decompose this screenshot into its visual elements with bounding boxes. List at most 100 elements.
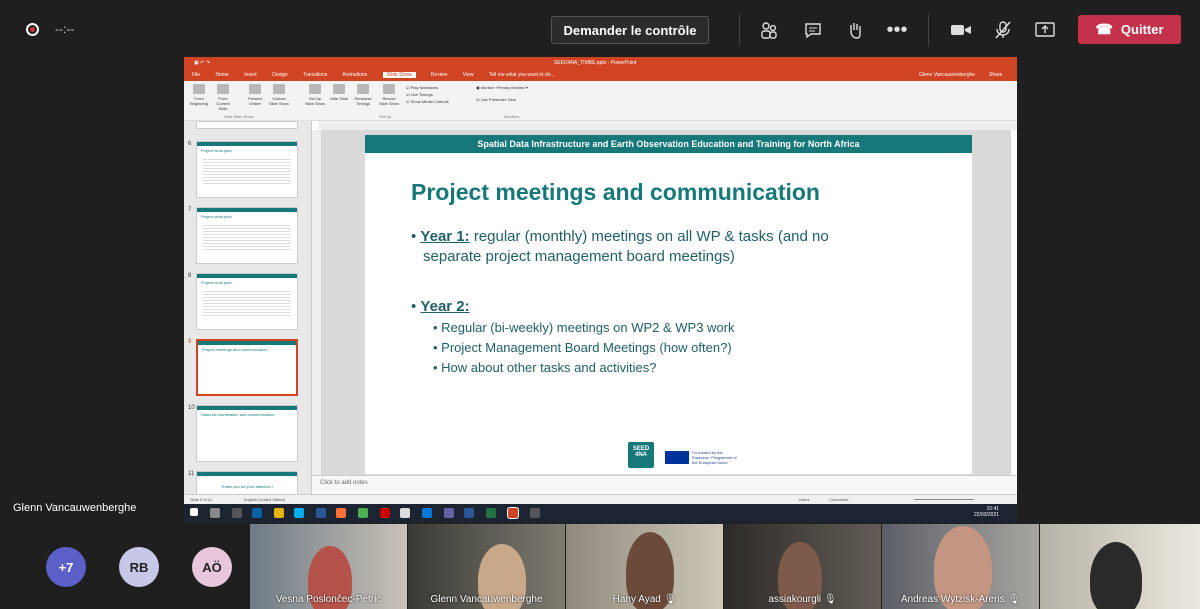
presenter-name: Glenn Vancauwenberghe	[13, 502, 137, 514]
slide-counter: Slide 9 of 11	[190, 497, 212, 502]
from-beginning-button[interactable]: From Beginning	[188, 84, 210, 106]
app-icon[interactable]	[530, 508, 540, 518]
comments-toggle[interactable]: Comments	[829, 497, 848, 502]
from-current-button[interactable]: From Current Slide	[212, 84, 234, 111]
setup-show-button[interactable]: Set Up Slide Show	[304, 84, 326, 106]
bullet-year1: • Year 1: regular (monthly) meetings on …	[411, 228, 829, 245]
excel-icon[interactable]	[486, 508, 496, 518]
participant-video-tile[interactable]: assiakourgli 🎙	[724, 524, 881, 609]
group-label-monitors: Monitors	[504, 114, 520, 119]
edge-icon[interactable]	[422, 508, 432, 518]
teams-icon[interactable]	[444, 508, 454, 518]
word-icon[interactable]	[316, 508, 326, 518]
mic-off-icon[interactable]	[991, 18, 1015, 42]
raise-hand-icon[interactable]	[843, 18, 867, 42]
participant-name-text: Hany Ayad	[612, 594, 661, 605]
share-screen-icon[interactable]	[1033, 18, 1057, 42]
taskbar-clock: 15:41 22/03/2021	[974, 506, 999, 518]
sub-bullet-text: How about other tasks and activities?	[441, 360, 657, 375]
search-icon[interactable]	[210, 508, 220, 518]
show-media-checkbox[interactable]: ☑ Show Media Controls	[406, 98, 449, 105]
request-control-button[interactable]: Demander le contrôle	[551, 16, 709, 44]
status-bar: Slide 9 of 11 English (United States) No…	[184, 494, 1017, 504]
slide-thumbnail[interactable]: National coordination and communication	[196, 405, 298, 462]
powerpoint-icon[interactable]	[507, 507, 519, 519]
notepad-icon[interactable]	[400, 508, 410, 518]
record-button[interactable]: Record Slide Show	[378, 84, 400, 106]
chrome-icon[interactable]	[358, 508, 368, 518]
chat-icon[interactable]	[801, 18, 825, 42]
participant-video-tile[interactable]: Glenn Vancauwenberghe	[408, 524, 565, 609]
play-narrations-label: Play Narrations	[410, 85, 439, 90]
slide-thumbnail-selected[interactable]: Project meetings and communication	[196, 339, 298, 396]
slide-thumbnail-panel[interactable]: 6 Project work plan 7 Project work plan …	[184, 121, 312, 515]
participant-video-tile[interactable]: Vesna Poslončec-Petrić	[250, 524, 407, 609]
zoom-slider[interactable]	[914, 499, 974, 500]
tab-view[interactable]: View	[463, 72, 474, 78]
tab-review[interactable]: Review	[431, 72, 447, 78]
camera-icon[interactable]	[949, 18, 973, 42]
notes-pane[interactable]: Click to add notes	[312, 475, 1017, 493]
thumbnail-header	[197, 142, 297, 146]
slide-thumbnail[interactable]: Project work plan	[196, 207, 298, 264]
participant-video-tile[interactable]	[1040, 524, 1200, 609]
tab-animations[interactable]: Animations	[342, 72, 367, 78]
thumbnail-number: 11	[188, 471, 195, 477]
rehearse-button[interactable]: Rehearse Timings	[352, 84, 374, 106]
group-label-setup: Set Up	[379, 114, 392, 119]
share-button[interactable]: Share	[989, 72, 1002, 78]
language-indicator[interactable]: English (United States)	[244, 497, 285, 502]
from-beginning-label: From Beginning	[190, 96, 208, 106]
explorer-icon[interactable]	[274, 508, 284, 518]
word-icon[interactable]	[464, 508, 474, 518]
skype-icon[interactable]	[294, 508, 304, 518]
tab-transitions[interactable]: Transitions	[303, 72, 327, 78]
monitor-dropdown[interactable]: ▣ Monitor: Primary Monitor ▾	[476, 85, 528, 90]
rehearse-icon	[357, 84, 369, 94]
save-icon: ▣ ↶ ↷	[194, 60, 210, 66]
tab-insert[interactable]: Insert	[244, 72, 257, 78]
overflow-participants-button[interactable]: +7	[46, 547, 86, 587]
participant-avatar[interactable]: RB	[119, 547, 159, 587]
bullet-label: Year 1:	[420, 228, 470, 245]
leave-meeting-button[interactable]: ☎ Quitter	[1078, 15, 1181, 44]
slide-thumbnail[interactable]: Project work plan	[196, 273, 298, 330]
mic-off-icon: 🎙	[823, 594, 837, 605]
tell-me-search[interactable]: Tell me what you want to do...	[489, 72, 555, 78]
slide-thumbnail[interactable]: Project work plan	[196, 141, 298, 198]
task-view-icon[interactable]	[232, 508, 242, 518]
thumbnail-header	[197, 472, 297, 476]
tab-home[interactable]: Home	[215, 72, 228, 78]
participant-avatar[interactable]: AÖ	[192, 547, 232, 587]
current-slide[interactable]: Spatial Data Infrastructure and Earth Ob…	[365, 135, 972, 474]
sub-bullet: • Project Management Board Meetings (how…	[433, 340, 732, 355]
tab-design[interactable]: Design	[272, 72, 288, 78]
windows-start-icon[interactable]	[190, 508, 198, 516]
use-timings-checkbox[interactable]: ☑ Use Timings	[406, 91, 449, 98]
record-icon	[383, 84, 395, 94]
phone-hangup-icon: ☎	[1095, 21, 1113, 37]
sub-bullet-text: Project Management Board Meetings (how o…	[441, 340, 732, 355]
app-icon[interactable]	[380, 508, 390, 518]
slide-thumbnail[interactable]	[196, 121, 298, 129]
play-narrations-checkbox[interactable]: ☑ Play Narrations	[406, 84, 449, 91]
present-online-button[interactable]: Present Online	[244, 84, 266, 106]
participant-name: Vesna Poslončec-Petrić	[275, 594, 382, 605]
tab-file[interactable]: File	[192, 72, 200, 78]
participant-video-tile[interactable]: Andreas Wytzisk-Arens 🎙	[882, 524, 1039, 609]
hide-slide-button[interactable]: Hide Slide	[328, 84, 350, 101]
participants-icon[interactable]	[757, 18, 781, 42]
outlook-icon[interactable]	[252, 508, 262, 518]
ribbon: From Beginning From Current Slide Presen…	[184, 81, 1017, 121]
firefox-icon[interactable]	[336, 508, 346, 518]
presenter-view-checkbox[interactable]: ☑ Use Presenter View	[476, 97, 516, 102]
tab-slide-show[interactable]: Slide Show	[382, 72, 416, 78]
hide-slide-label: Hide Slide	[329, 96, 349, 101]
windows-taskbar: 15:41 22/03/2021	[184, 504, 1017, 523]
notes-toggle[interactable]: Notes	[799, 497, 809, 502]
more-icon[interactable]: •••	[885, 18, 909, 42]
thumbnail-title: Project meetings and communication	[202, 347, 268, 352]
participant-video-tile[interactable]: Hany Ayad 🎙	[566, 524, 723, 609]
seed4na-logo: SEED 4NA	[628, 442, 654, 468]
custom-show-button[interactable]: Custom Slide Show	[268, 84, 290, 106]
